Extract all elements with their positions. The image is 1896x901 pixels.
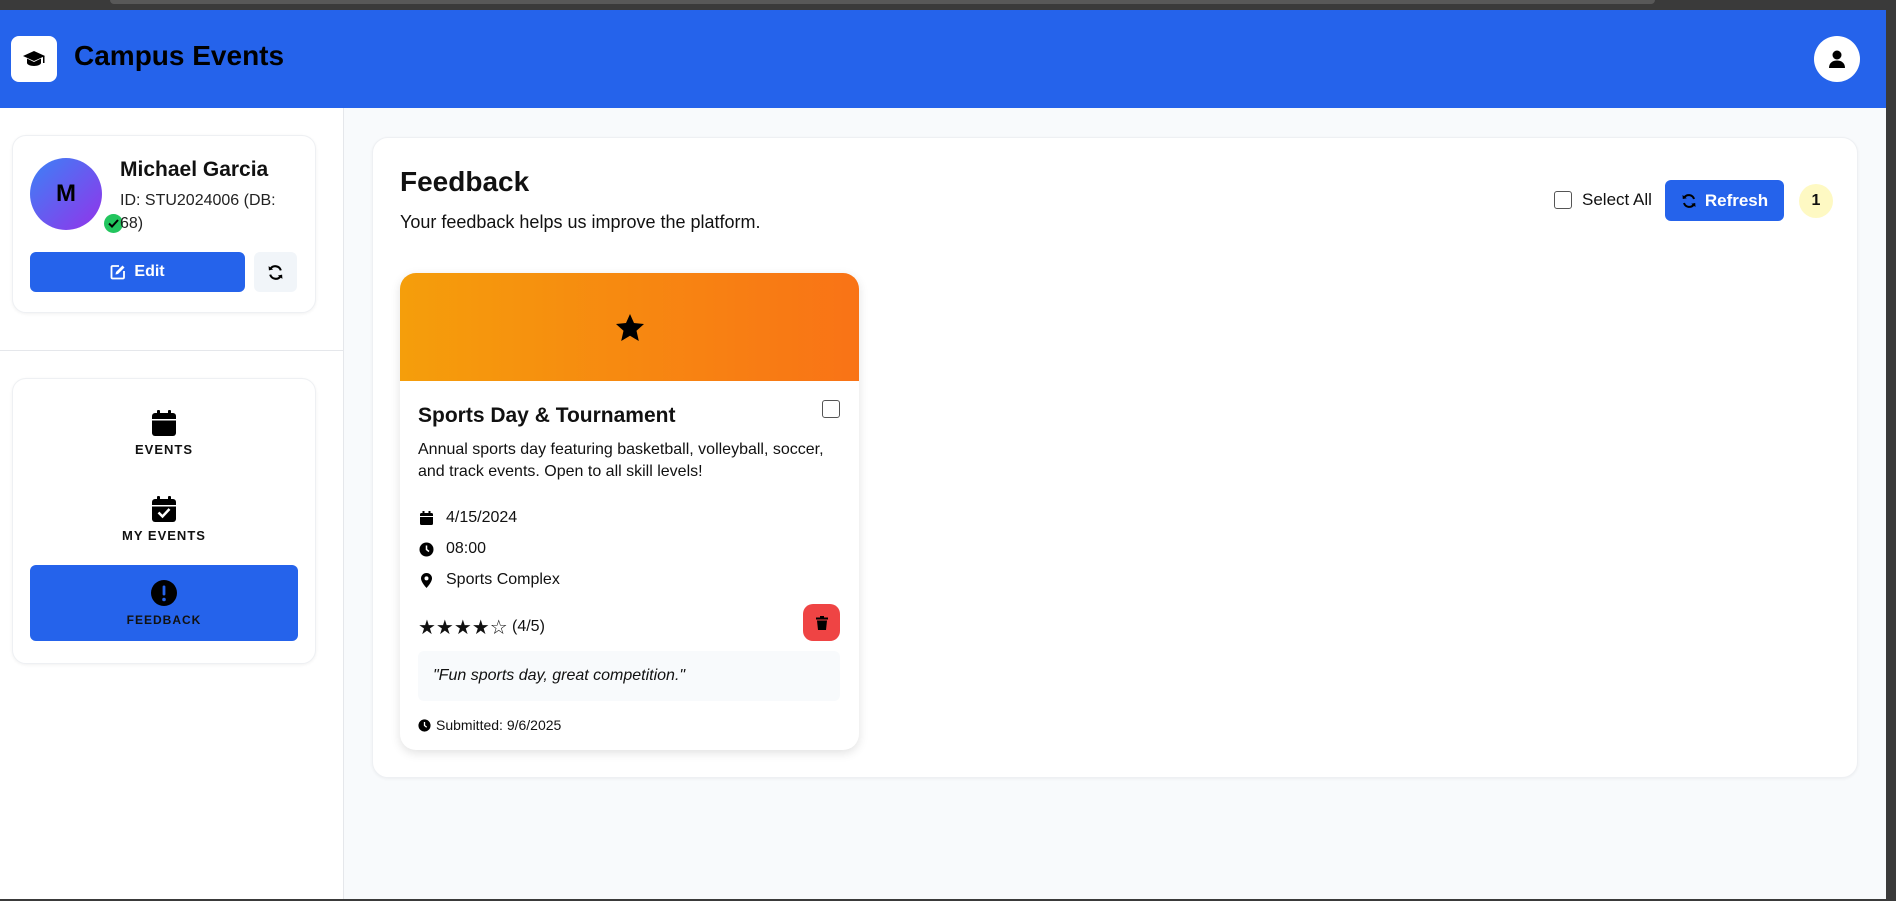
browser-tab-bar (110, 0, 1655, 4)
select-all-checkbox[interactable] (1554, 191, 1572, 209)
app-root: Campus Events M Michael Garcia ID: STU20… (0, 10, 1886, 901)
sync-icon (268, 264, 283, 280)
feedback-count-badge: 1 (1799, 184, 1833, 218)
graduation-cap-icon (11, 36, 57, 82)
select-all-toggle[interactable]: Select All (1554, 190, 1652, 210)
page-subtitle: Your feedback helps us improve the platf… (400, 212, 761, 232)
star-rating: ★★★★☆ (418, 617, 508, 639)
feedback-card: Sports Day & Tournament Annual sports da… (400, 273, 859, 750)
page-title: Feedback (400, 166, 530, 197)
event-time: 08:00 (446, 540, 487, 557)
select-all-label: Select All (1582, 190, 1652, 209)
map-pin-icon (418, 572, 434, 588)
refresh-button[interactable]: Refresh (1665, 180, 1784, 221)
delete-feedback-button[interactable] (803, 604, 840, 641)
sync-profile-button[interactable] (254, 252, 297, 292)
edit-icon (110, 265, 126, 280)
event-location: Sports Complex (446, 571, 560, 588)
clock-icon (418, 718, 431, 732)
edit-button-label: Edit (134, 263, 165, 280)
calendar-icon (152, 409, 176, 436)
sidebar: M Michael Garcia ID: STU2024006 (DB: 68)… (0, 108, 344, 901)
feedback-panel: Feedback Your feedback helps us improve … (372, 137, 1858, 778)
event-time-row: 08:00 (418, 540, 486, 558)
card-select-checkbox[interactable] (822, 400, 840, 418)
submitted-date-row: Submitted: 9/6/2025 (418, 717, 561, 733)
app-header: Campus Events (0, 10, 1886, 108)
sidebar-divider (0, 350, 343, 351)
nav-item-feedback[interactable]: FEEDBACK (30, 565, 298, 641)
event-title: Sports Day & Tournament (418, 404, 676, 427)
exclamation-circle-icon (151, 580, 177, 606)
event-location-row: Sports Complex (418, 571, 560, 589)
browser-top-strip (0, 0, 1896, 10)
window-right-edge (1886, 0, 1896, 901)
submitted-date: Submitted: 9/6/2025 (436, 717, 562, 733)
nav-item-label: MY EVENTS (122, 527, 206, 543)
clock-icon (418, 542, 434, 557)
event-description: Annual sports day featuring basketball, … (418, 441, 824, 480)
comment-text: "Fun sports day, great competition." (433, 667, 686, 684)
app-title: Campus Events (74, 40, 285, 71)
avatar: M (30, 158, 102, 230)
rating-text: (4/5) (512, 618, 545, 635)
calendar-icon (418, 511, 434, 525)
sync-icon (1682, 193, 1696, 208)
event-date: 4/15/2024 (446, 509, 518, 526)
event-date-row: 4/15/2024 (418, 509, 517, 527)
nav-item-events[interactable]: EVENTS (30, 395, 298, 471)
card-banner (400, 273, 859, 381)
nav-item-label: FEEDBACK (126, 613, 202, 627)
feedback-comment: "Fun sports day, great competition." (418, 651, 840, 701)
edit-profile-button[interactable]: Edit (30, 252, 245, 292)
nav-item-my-events[interactable]: MY EVENTS (30, 481, 298, 557)
calendar-check-icon (152, 495, 176, 522)
nav-card: EVENTS MY EVENTS FEEDBACK (12, 378, 316, 664)
profile-name: Michael Garcia (120, 158, 269, 181)
user-menu-button[interactable] (1814, 36, 1860, 82)
profile-id: ID: STU2024006 (DB: 68) (120, 192, 276, 232)
nav-item-label: EVENTS (134, 441, 193, 457)
star-icon (615, 313, 644, 341)
profile-card: M Michael Garcia ID: STU2024006 (DB: 68)… (12, 135, 316, 313)
trash-icon (815, 615, 828, 630)
user-icon (1829, 50, 1845, 68)
refresh-button-label: Refresh (1704, 190, 1769, 210)
